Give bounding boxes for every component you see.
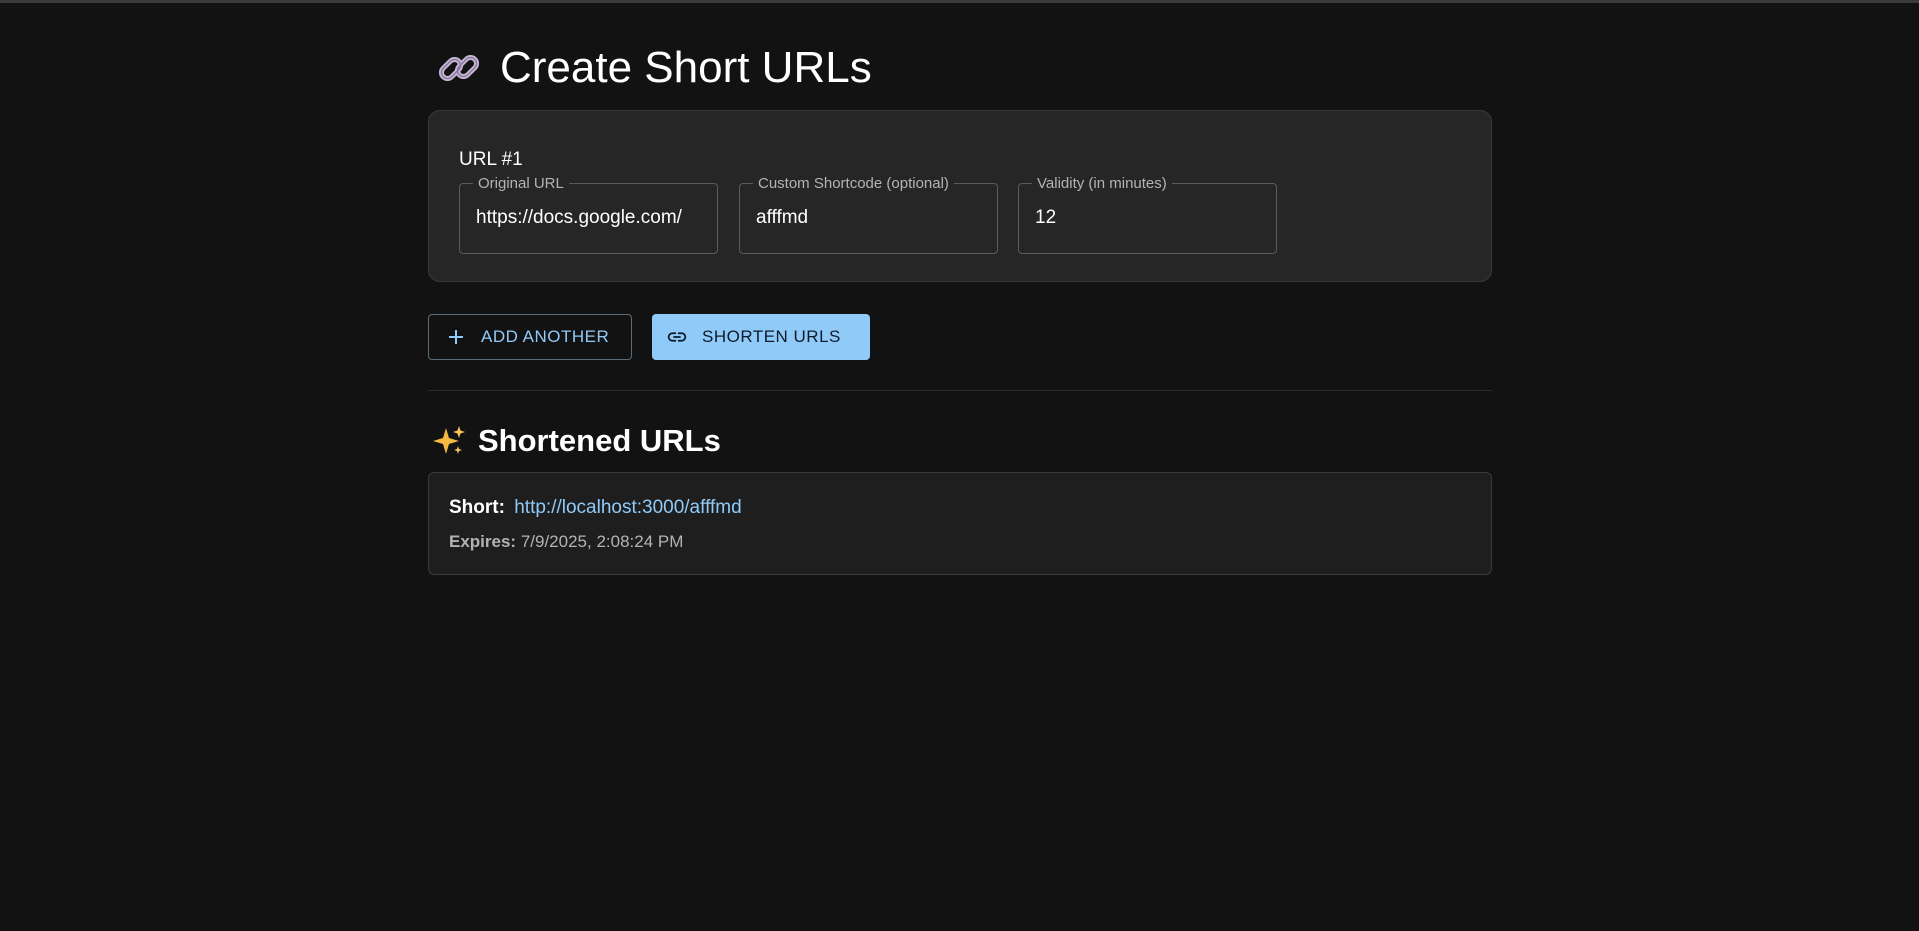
original-url-field[interactable]: Original URL https://docs.google.com/: [459, 175, 718, 254]
window-top-border: [0, 0, 1919, 3]
page-title: Create Short URLs: [434, 42, 872, 94]
add-another-button[interactable]: Add Another: [428, 314, 632, 360]
expires-value: 7/9/2025, 2:08:24 PM: [520, 532, 684, 551]
plus-icon: [445, 326, 467, 348]
page-title-text: Create Short URLs: [500, 43, 872, 92]
sparkles-icon: [432, 424, 466, 458]
results-title: Shortened URLs: [432, 422, 721, 460]
link-emoji-icon: [434, 43, 484, 93]
custom-shortcode-label: Custom Shortcode (optional): [753, 175, 954, 192]
validity-input[interactable]: 12: [1035, 207, 1260, 229]
link-icon: [666, 326, 688, 348]
original-url-input[interactable]: https://docs.google.com/: [476, 207, 701, 229]
shorten-urls-label: Shorten URLs: [702, 327, 841, 346]
result-card: Short: http://localhost:3000/afffmd Expi…: [428, 472, 1492, 575]
custom-shortcode-field[interactable]: Custom Shortcode (optional) afffmd: [739, 175, 998, 254]
validity-label: Validity (in minutes): [1032, 175, 1172, 192]
short-key: Short:: [449, 497, 505, 518]
validity-field[interactable]: Validity (in minutes) 12: [1018, 175, 1277, 254]
expires-key: Expires:: [449, 532, 517, 551]
custom-shortcode-input[interactable]: afffmd: [756, 207, 981, 229]
expires-row: Expires: 7/9/2025, 2:08:24 PM: [449, 532, 683, 552]
short-url-link[interactable]: http://localhost:3000/afffmd: [514, 497, 741, 518]
section-divider: [428, 390, 1492, 391]
short-url-row: Short: http://localhost:3000/afffmd: [449, 497, 742, 519]
add-another-label: Add Another: [481, 327, 610, 346]
results-title-text: Shortened URLs: [478, 423, 721, 458]
url-entry-label: URL #1: [459, 149, 523, 170]
shorten-urls-button[interactable]: Shorten URLs: [652, 314, 870, 360]
url-entry-card: URL #1 Original URL https://docs.google.…: [428, 110, 1492, 282]
original-url-label: Original URL: [473, 175, 569, 192]
